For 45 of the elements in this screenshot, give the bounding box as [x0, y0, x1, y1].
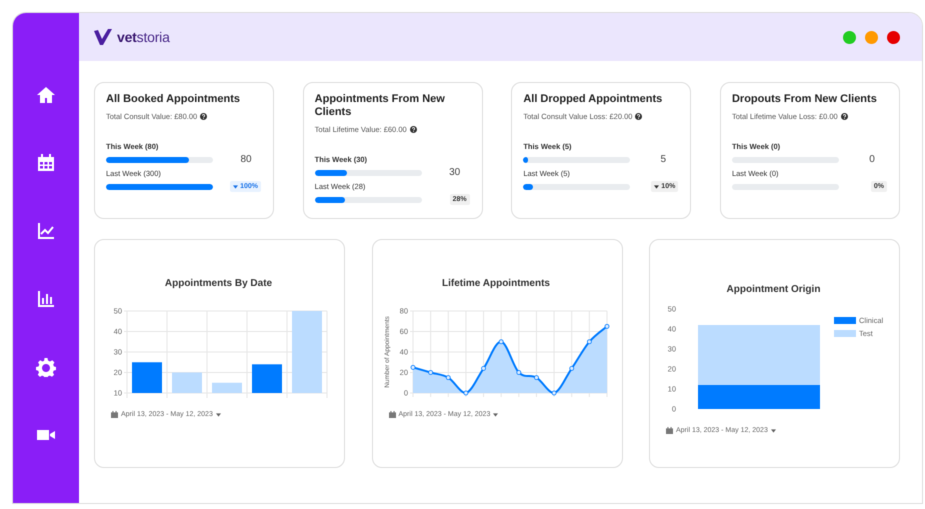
logo: vetstoria [117, 29, 170, 45]
calendar-icon [111, 411, 118, 418]
data-point [534, 375, 538, 380]
home-icon[interactable] [36, 85, 56, 105]
data-point [498, 339, 504, 344]
window-dot[interactable] [887, 30, 900, 44]
card-title: All Booked Appointments [106, 93, 242, 106]
data-point [586, 339, 592, 344]
data-point [445, 375, 450, 380]
data-point [604, 324, 609, 329]
data-point [568, 366, 574, 371]
data-point [551, 390, 556, 396]
line-chart-icon[interactable] [36, 221, 56, 241]
count-value: 80 [239, 154, 253, 165]
help-icon[interactable] [635, 113, 642, 120]
help-icon[interactable] [840, 113, 848, 120]
card-title: Dropouts From New Clients [732, 93, 878, 106]
settings-icon[interactable] [36, 357, 56, 377]
chart-title: Appointment Origin [726, 284, 820, 295]
caret-down-icon [493, 412, 498, 416]
card-title: Appointments From New Clients [314, 93, 446, 119]
caret-down-icon [770, 428, 776, 432]
data-point [463, 390, 468, 396]
calendar-icon [388, 411, 396, 418]
window-dot[interactable] [865, 30, 878, 44]
help-icon[interactable] [410, 126, 417, 133]
data-point [516, 370, 521, 375]
help-icon[interactable] [200, 113, 208, 120]
data-point [428, 370, 433, 375]
logo-icon [93, 27, 113, 47]
caret-down-icon [216, 412, 221, 416]
count-value: 30 [448, 167, 462, 178]
data-point [480, 366, 486, 371]
caret-down-icon [654, 184, 660, 188]
calendar-icon [666, 427, 673, 434]
window-dot[interactable] [843, 30, 856, 44]
data-point [410, 364, 415, 370]
chart-title: Lifetime Appointments [442, 278, 550, 289]
caret-down-icon [233, 184, 238, 188]
calendar-icon[interactable] [36, 153, 56, 173]
chart-title: Appointments By Date [164, 278, 272, 289]
count-value: 0 [868, 154, 876, 165]
bar-chart-icon[interactable] [36, 289, 56, 309]
count-value: 5 [660, 154, 668, 165]
card-title: All Dropped Appointments [523, 93, 664, 106]
